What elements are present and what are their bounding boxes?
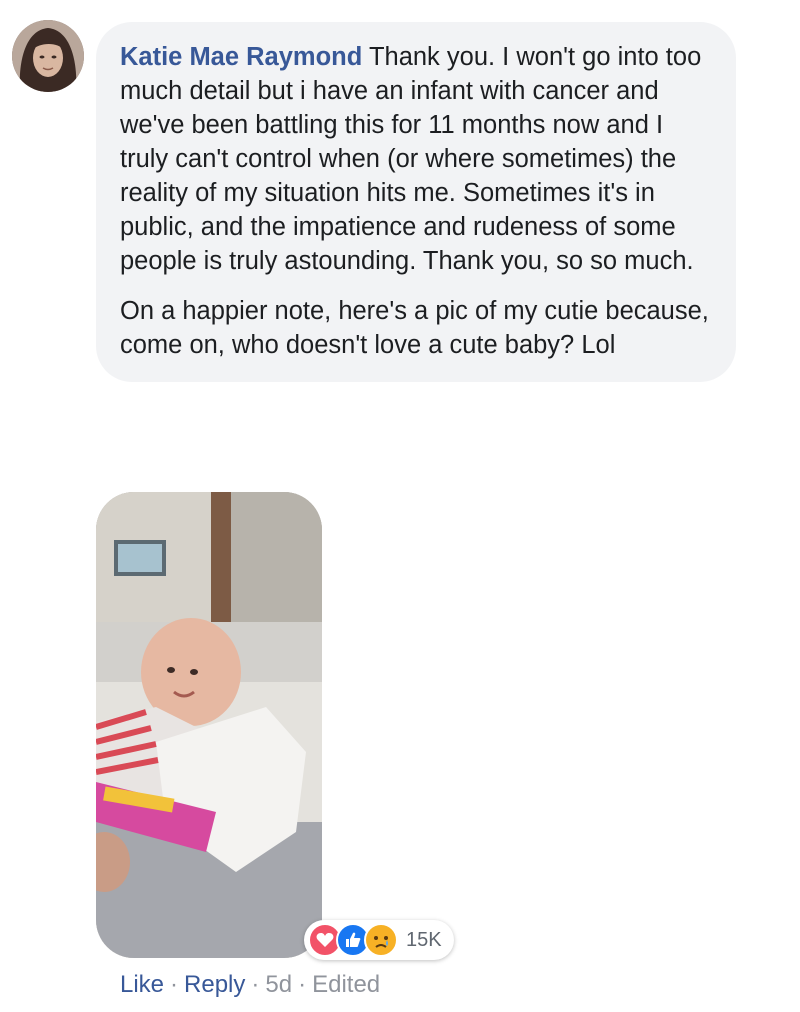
author-name[interactable]: Katie Mae Raymond [120,43,362,71]
avatar[interactable] [12,20,84,92]
comment-paragraph: On a happier note, here's a pic of my cu… [120,294,710,362]
like-link[interactable]: Like [120,971,164,998]
separator: · [170,971,179,998]
timestamp[interactable]: 5d [265,971,292,998]
comment-paragraph: Katie Mae Raymond Thank you. I won't go … [120,40,710,278]
reactions-summary[interactable]: 15K [304,920,454,960]
sad-icon [364,923,398,957]
comment-text: Thank you. I won't go into too much deta… [120,43,702,275]
separator: · [298,971,307,998]
separator: · [251,971,260,998]
comment-text: On a happier note, here's a pic of my cu… [120,297,709,359]
edited-label[interactable]: Edited [312,971,380,998]
reaction-count: 15K [406,928,442,951]
comment-bubble: Katie Mae Raymond Thank you. I won't go … [96,22,736,382]
attached-photo[interactable] [96,492,322,958]
reply-link[interactable]: Reply [184,971,245,998]
comment-actions: Like · Reply · 5d · Edited [120,968,380,1002]
